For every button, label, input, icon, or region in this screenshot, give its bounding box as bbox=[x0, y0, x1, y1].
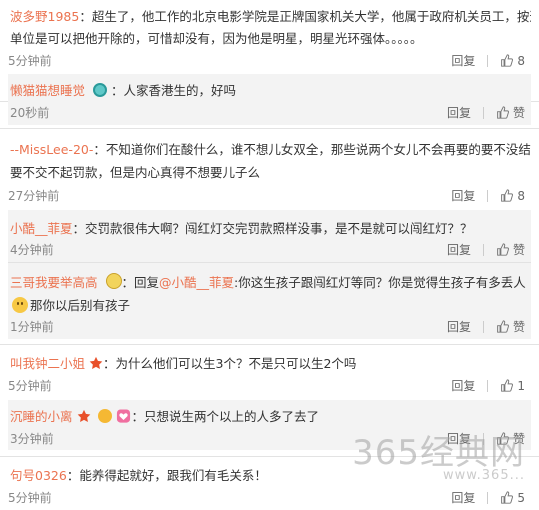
like-label: 赞 bbox=[512, 243, 525, 257]
divider bbox=[487, 491, 489, 504]
like-label: 赞 bbox=[512, 106, 525, 120]
reply-actions: 回复 赞 bbox=[447, 318, 525, 335]
reply-text: 沉睡的小离 ：只想说生两个以上的人多了去了 bbox=[10, 409, 319, 424]
commenter-name[interactable]: 波多野1985 bbox=[10, 9, 79, 24]
like-button[interactable]: 1 bbox=[500, 379, 525, 393]
thumbs-up-icon bbox=[501, 379, 514, 392]
like-count: 5 bbox=[517, 490, 525, 505]
thumbs-up-icon bbox=[501, 189, 514, 202]
commenter-name[interactable]: 句号0326 bbox=[10, 468, 67, 483]
comment-actions: 回复 1 bbox=[451, 377, 525, 394]
reply-time: 1分钟前 bbox=[10, 320, 54, 334]
heart-badge-icon bbox=[117, 409, 131, 423]
comment-text-continued: 单位是可以把他开除的，可惜却没有，因为他是明星，明星光环强体。。。。。 bbox=[10, 31, 423, 46]
like-button[interactable]: 8 bbox=[500, 54, 525, 68]
divider bbox=[487, 189, 489, 202]
reply-name[interactable]: 小酷__菲夏 bbox=[10, 221, 73, 236]
comment-time: 27分钟前 bbox=[8, 189, 60, 203]
like-count: 8 bbox=[517, 188, 525, 203]
thumbs-up-icon bbox=[497, 320, 509, 333]
comment-text: 波多野1985：超生了，他工作的北京电影学院是正牌国家机关大学，他属于政府机关员… bbox=[10, 9, 531, 24]
reply-text: 懒猫猫想睡觉 ：人家香港生的，好吗 bbox=[10, 83, 236, 98]
comment-actions: 回复 5 bbox=[451, 489, 525, 506]
reply-time: 4分钟前 bbox=[10, 243, 54, 257]
divider bbox=[482, 106, 484, 119]
thumbs-up-icon bbox=[497, 243, 509, 256]
watermark-text: 365经典网 bbox=[352, 433, 525, 473]
thumbs-up-icon bbox=[501, 491, 514, 504]
comment-time: 5分钟前 bbox=[8, 491, 52, 505]
comment-actions: 回复 8 bbox=[451, 52, 525, 69]
reply-button[interactable]: 回复 bbox=[451, 52, 475, 69]
reply-actions: 回复 赞 bbox=[447, 104, 525, 121]
like-button[interactable]: 5 bbox=[500, 491, 525, 505]
verified-badge-icon bbox=[93, 83, 107, 97]
comment-text-continued: 要不交不起罚款，但是内心真得不想要儿子么 bbox=[10, 165, 261, 180]
reply-time: 20秒前 bbox=[10, 106, 50, 120]
comment-text: 叫我钟二小姐 ：为什么他们可以生3个？不是只可以生2个吗 bbox=[10, 356, 357, 371]
divider bbox=[487, 54, 489, 67]
comment-time: 5分钟前 bbox=[8, 379, 52, 393]
member-badge-icon bbox=[105, 273, 122, 289]
reply-time: 3分钟前 bbox=[10, 432, 54, 446]
reply-button[interactable]: 回复 bbox=[451, 187, 475, 204]
comment-item: 波多野1985：超生了，他工作的北京电影学院是正牌国家机关大学，他属于政府机关员… bbox=[0, 0, 539, 125]
reply-actions: 回复 赞 bbox=[447, 241, 525, 258]
like-button[interactable]: 赞 bbox=[496, 318, 525, 335]
divider bbox=[8, 262, 531, 263]
comment-text: --MissLee-20-：不知道你们在酸什么，谁不想儿女双全，那些说两个女儿不… bbox=[10, 142, 531, 157]
reply-box: 懒猫猫想睡觉 ：人家香港生的，好吗 20秒前 回复 赞 bbox=[8, 74, 531, 125]
commenter-name[interactable]: 叫我钟二小姐 bbox=[10, 356, 85, 371]
like-count: 1 bbox=[517, 378, 525, 393]
like-label: 赞 bbox=[512, 320, 525, 334]
like-count: 8 bbox=[517, 53, 525, 68]
member-badge-icon bbox=[98, 409, 113, 423]
reply-box: 小酷__菲夏：交罚款很伟大啊？闯红灯交完罚款照样没事，是不是就可以闯红灯？？ 4… bbox=[8, 210, 531, 339]
reply-name[interactable]: 沉睡的小离 bbox=[10, 409, 73, 424]
divider bbox=[482, 243, 484, 256]
comment-time: 5分钟前 bbox=[8, 54, 52, 68]
divider bbox=[487, 379, 489, 392]
like-button[interactable]: 赞 bbox=[496, 241, 525, 258]
comment-item: --MissLee-20-：不知道你们在酸什么，谁不想儿女双全，那些说两个女儿不… bbox=[0, 128, 539, 349]
star-badge-icon bbox=[77, 409, 90, 422]
thumbs-up-icon bbox=[501, 54, 514, 67]
reply-name[interactable]: 三哥我要举高高 bbox=[10, 275, 98, 290]
reply-button[interactable]: 回复 bbox=[447, 318, 471, 335]
reply-button[interactable]: 回复 bbox=[447, 241, 471, 258]
divider bbox=[482, 320, 484, 333]
reply-button[interactable]: 回复 bbox=[451, 489, 475, 506]
star-badge-icon bbox=[89, 356, 103, 369]
reply-button[interactable]: 回复 bbox=[451, 377, 475, 394]
like-button[interactable]: 8 bbox=[500, 189, 525, 203]
site-watermark: 365经典网 www.365... bbox=[352, 425, 525, 483]
reply-text: 三哥我要举高高 ：回复@小酷__菲夏:你这生孩子跟闯红灯等同？你是觉得生孩子有多… bbox=[10, 273, 526, 290]
reply-name[interactable]: 懒猫猫想睡觉 bbox=[10, 83, 85, 98]
comment-actions: 回复 8 bbox=[451, 187, 525, 204]
reply-text: 小酷__菲夏：交罚款很伟大啊？闯红灯交完罚款照样没事，是不是就可以闯红灯？？ bbox=[10, 221, 473, 236]
reply-text-continued: 那你以后别有孩子 bbox=[8, 295, 531, 314]
like-button[interactable]: 赞 bbox=[496, 104, 525, 121]
thumbs-up-icon bbox=[497, 106, 509, 119]
smile-emoji-icon bbox=[12, 297, 28, 313]
mention-link[interactable]: @小酷__菲夏 bbox=[159, 275, 234, 290]
reply-button[interactable]: 回复 bbox=[447, 104, 471, 121]
commenter-name[interactable]: --MissLee-20- bbox=[10, 142, 93, 157]
